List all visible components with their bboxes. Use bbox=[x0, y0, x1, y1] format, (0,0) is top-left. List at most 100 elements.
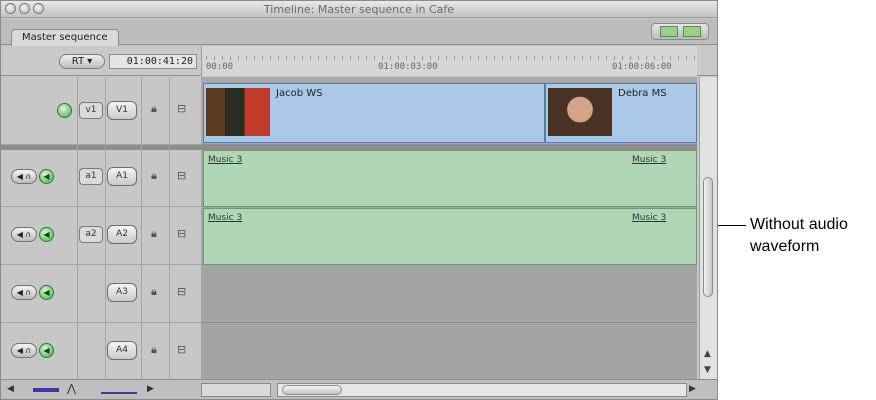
track-height-icon[interactable] bbox=[33, 388, 59, 392]
audio-lane-a3[interactable] bbox=[201, 266, 697, 323]
time-ruler[interactable]: 00:00 01:00:03:00 01:00:06:00 bbox=[201, 46, 697, 76]
ruler-tick bbox=[582, 56, 583, 60]
ruler-tick bbox=[430, 56, 431, 60]
video-clip[interactable]: Jacob WS bbox=[203, 83, 545, 143]
ruler-tick bbox=[526, 56, 527, 60]
dest-control-a2[interactable]: A2 bbox=[107, 225, 137, 244]
scroll-thumb[interactable] bbox=[703, 177, 713, 297]
speaker-icon[interactable]: ◀ bbox=[39, 227, 54, 242]
ruler-tick bbox=[494, 56, 495, 60]
column-divider bbox=[77, 77, 78, 379]
audio-controls-icon[interactable]: ◀ ∩ bbox=[11, 169, 37, 184]
video-lane: Jacob WS Debra MS bbox=[201, 77, 697, 145]
source-control-v1[interactable]: v1 bbox=[79, 102, 103, 119]
dest-control-v1[interactable]: V1 bbox=[107, 101, 137, 120]
monitor-icon[interactable]: ⊟ bbox=[177, 102, 186, 115]
lock-icon[interactable]: 🔒︎ bbox=[151, 102, 157, 116]
zoom-slider[interactable] bbox=[201, 383, 271, 397]
ruler-tick bbox=[478, 56, 479, 60]
ruler-tick bbox=[558, 56, 559, 60]
monitor-icon[interactable]: ⊟ bbox=[177, 285, 186, 298]
monitor-icon[interactable]: ⊟ bbox=[177, 169, 186, 182]
scroll-right-icon[interactable]: ▶ bbox=[689, 384, 696, 394]
ruler-tick bbox=[542, 56, 543, 60]
ruler-tick bbox=[246, 56, 247, 60]
ruler-tick bbox=[446, 56, 447, 60]
monitor-icon[interactable]: ⊟ bbox=[177, 227, 186, 240]
scroll-down-icon[interactable]: ▼ bbox=[704, 365, 711, 375]
track-row-a3: ◀ ∩ ◀ A3 🔒︎ ⊟ bbox=[1, 266, 201, 323]
ruler-tick bbox=[342, 56, 343, 60]
linking-icon[interactable] bbox=[683, 26, 701, 37]
source-control-a1[interactable]: a1 bbox=[79, 168, 103, 185]
ruler-tick bbox=[622, 56, 623, 60]
ruler-tick bbox=[414, 56, 415, 60]
timeline-window: Timeline: Master sequence in Cafe Master… bbox=[0, 0, 718, 400]
track-row-a4: ◀ ∩ ◀ A4 🔒︎ ⊟ bbox=[1, 324, 201, 381]
monitor-icon[interactable]: ⊟ bbox=[177, 343, 186, 356]
speaker-icon[interactable]: ◀ bbox=[39, 285, 54, 300]
ruler-tick bbox=[646, 56, 647, 60]
dest-control-a4[interactable]: A4 bbox=[107, 341, 137, 360]
horizontal-scrollbar[interactable] bbox=[277, 383, 687, 397]
ruler-tick bbox=[590, 56, 591, 60]
audio-clip-a1[interactable]: Music 3 Music 3 bbox=[203, 150, 697, 207]
scroll-up-icon[interactable]: ▲ bbox=[704, 349, 711, 359]
audio-clip-a2[interactable]: Music 3 Music 3 bbox=[203, 208, 697, 265]
ruler-tick bbox=[654, 56, 655, 60]
lock-icon[interactable]: 🔒︎ bbox=[151, 343, 157, 357]
ruler-tick bbox=[382, 56, 383, 60]
tab-master-sequence[interactable]: Master sequence bbox=[11, 29, 119, 46]
ruler-tick bbox=[278, 56, 279, 60]
rt-label: RT bbox=[71, 56, 85, 67]
speaker-icon[interactable]: ◀ bbox=[39, 343, 54, 358]
track-size-icon[interactable] bbox=[101, 386, 137, 394]
timeline-header: RT ▾ 01:00:41:20 00:00 01:00:03:00 01:00… bbox=[1, 46, 717, 76]
ruler-tick bbox=[614, 56, 615, 60]
current-timecode-field[interactable]: 01:00:41:20 bbox=[109, 54, 197, 69]
track-row-a2: ◀ ∩ ◀ a2 A2 🔒︎ ⊟ bbox=[1, 208, 201, 265]
audio-controls-icon[interactable]: ◀ ∩ bbox=[11, 285, 37, 300]
audio-controls-icon[interactable]: ◀ ∩ bbox=[11, 227, 37, 242]
track-controls: v1 V1 🔒︎ ⊟ ◀ ∩ ◀ a1 A1 🔒︎ ⊟ ◀ ∩ ◀ a2 A2 … bbox=[1, 77, 201, 381]
callout-label: Without audio waveform bbox=[750, 216, 848, 255]
clip-thumbnail bbox=[206, 88, 270, 136]
dest-control-a1[interactable]: A1 bbox=[107, 167, 137, 186]
ruler-tick bbox=[470, 56, 471, 60]
ruler-tick bbox=[206, 56, 207, 60]
ruler-tick bbox=[334, 56, 335, 60]
ruler-tick bbox=[566, 56, 567, 60]
ruler-tick bbox=[686, 56, 687, 60]
video-clip[interactable]: Debra MS bbox=[545, 83, 697, 143]
timeline-tracks-area[interactable]: Jacob WS Debra MS Music 3 Music 3 Music … bbox=[201, 77, 697, 381]
track-visibility-icon[interactable] bbox=[57, 103, 72, 118]
audio-controls-icon[interactable]: ◀ ∩ bbox=[11, 343, 37, 358]
rt-popup-button[interactable]: RT ▾ bbox=[59, 54, 105, 69]
ruler-tick bbox=[694, 56, 695, 60]
speaker-icon[interactable]: ◀ bbox=[7, 384, 14, 394]
clip-overlays-icon[interactable]: ⋀ bbox=[67, 382, 76, 395]
ruler-tick bbox=[574, 56, 575, 60]
lock-icon[interactable]: 🔒︎ bbox=[151, 227, 157, 241]
audio-lane-a4[interactable] bbox=[201, 324, 697, 381]
window-title: Timeline: Master sequence in Cafe bbox=[263, 3, 455, 16]
lock-icon[interactable]: 🔒︎ bbox=[151, 285, 157, 299]
ruler-tick bbox=[350, 56, 351, 60]
ruler-tick bbox=[302, 56, 303, 60]
track-row-v1: v1 V1 🔒︎ ⊟ bbox=[1, 77, 201, 145]
bottom-toolbar: ◀ ⋀ ▶ ▶ bbox=[1, 379, 717, 399]
ruler-tick bbox=[222, 56, 223, 60]
source-control-a2[interactable]: a2 bbox=[79, 226, 103, 243]
track-row-a1: ◀ ∩ ◀ a1 A1 🔒︎ ⊟ bbox=[1, 150, 201, 207]
ruler-label: 01:00:03:00 bbox=[378, 62, 438, 72]
ruler-tick bbox=[366, 56, 367, 60]
snapping-icon[interactable] bbox=[660, 26, 678, 37]
title-bar: Timeline: Master sequence in Cafe bbox=[1, 1, 717, 18]
vertical-scrollbar[interactable]: ▲ ▼ bbox=[699, 77, 717, 379]
track-menu-icon[interactable]: ▶ bbox=[147, 384, 154, 394]
speaker-icon[interactable]: ◀ bbox=[39, 169, 54, 184]
lock-icon[interactable]: 🔒︎ bbox=[151, 169, 157, 183]
dest-control-a3[interactable]: A3 bbox=[107, 283, 137, 302]
ruler-tick bbox=[638, 56, 639, 60]
scroll-thumb[interactable] bbox=[282, 385, 342, 395]
